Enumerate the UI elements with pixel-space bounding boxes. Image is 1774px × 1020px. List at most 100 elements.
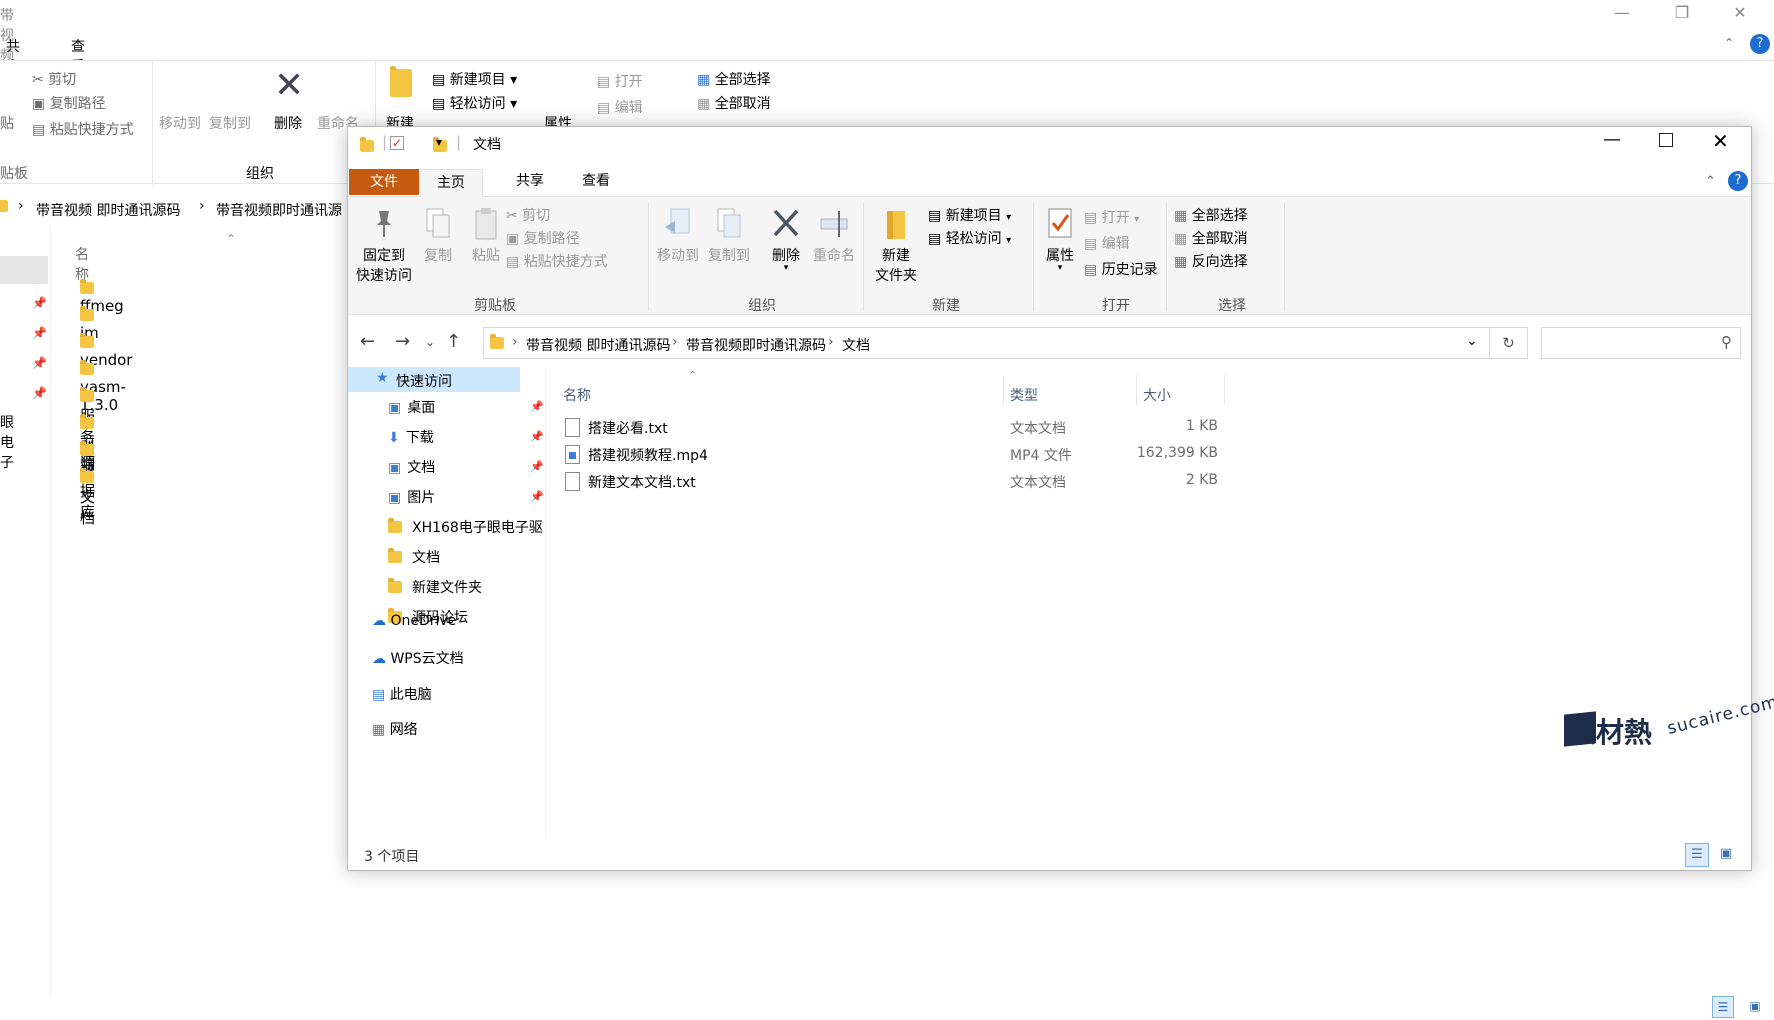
nav-onedrive[interactable]: ☁ OneDrive (372, 613, 456, 629)
select-none-button[interactable]: ▦ 全部取消 (1174, 228, 1248, 248)
copy-button[interactable]: 复制 (418, 207, 458, 265)
bg-large-icons-view-icon[interactable]: ▣ (1744, 996, 1766, 1018)
edit-button[interactable]: ▤ 编辑 (1084, 233, 1130, 253)
bg-sidebar-item[interactable]: 眼电子 (0, 412, 14, 472)
bg-restore-button[interactable]: ❐ (1667, 0, 1697, 26)
large-icons-view-icon[interactable]: ▣ (1714, 843, 1738, 867)
new-folder-icon (887, 211, 905, 239)
back-arrow-icon[interactable]: ← (360, 331, 375, 352)
pin-icon[interactable]: 📌 (530, 430, 544, 443)
bg-edit-button[interactable]: ▤ 编辑 (597, 97, 643, 117)
column-name-header[interactable]: 名称 (563, 385, 591, 405)
pane-divider[interactable] (545, 367, 546, 837)
nav-wps-cloud[interactable]: ☁ WPS云文档 (372, 648, 464, 668)
nav-item[interactable]: 新建文件夹 (388, 577, 482, 597)
bg-copy-path-button[interactable]: ▣ 复制路径 (32, 93, 106, 113)
easy-access-button[interactable]: ▤ 轻松访问 ▾ (928, 228, 1011, 248)
details-view-icon[interactable]: ☰ (1685, 843, 1709, 867)
nav-item[interactable]: ▣ 文档 (388, 457, 435, 477)
delete-button[interactable]: 删除 ▾ (766, 207, 806, 273)
title-bar[interactable]: | ✓ ▾ | 文档 — ✕ (348, 127, 1751, 159)
column-size-header[interactable]: 大小 (1143, 385, 1171, 405)
select-all-button[interactable]: ▦ 全部选择 (1174, 205, 1248, 225)
bg-collapse-ribbon-icon[interactable]: ⌃ (1724, 36, 1734, 50)
pin-icon[interactable]: 📌 (530, 490, 544, 503)
nav-item[interactable]: ⬇ 下载 (388, 427, 434, 447)
bg-easy-access-button[interactable]: ▤ 轻松访问 ▾ (432, 93, 517, 113)
pin-icon[interactable]: 📌 (530, 460, 544, 473)
copy-path-button[interactable]: ▣ 复制路径 (506, 228, 580, 248)
new-item-button[interactable]: ▤ 新建项目 ▾ (928, 205, 1011, 225)
nav-item[interactable]: ▣ 桌面 (388, 397, 435, 417)
pin-icon[interactable]: 📌 (530, 400, 544, 413)
invert-selection-button[interactable]: ▦ 反向选择 (1174, 251, 1248, 271)
breadcrumb-item[interactable]: 带音视频 即时通讯源码 (526, 335, 670, 355)
bg-paste-button[interactable]: 贴 (0, 113, 14, 133)
move-to-button[interactable]: 移动到 (654, 207, 702, 265)
bg-select-all-button[interactable]: ▦ 全部选择 (697, 69, 771, 89)
nav-network[interactable]: ▦ 网络 (372, 719, 418, 739)
customize-toolbar-icon[interactable]: ▾ (436, 135, 442, 149)
maximize-button[interactable] (1659, 133, 1673, 147)
collapse-ribbon-icon[interactable]: ⌃ (1705, 174, 1716, 189)
column-separator[interactable] (1136, 375, 1137, 405)
bg-details-view-icon[interactable]: ☰ (1712, 996, 1734, 1018)
bg-move-to-button[interactable]: 移动到 (159, 113, 201, 133)
up-arrow-icon[interactable]: ↑ (446, 331, 461, 352)
bg-folder-row[interactable]: 文档 (80, 468, 104, 528)
bg-cut-button[interactable]: ✂ 剪切 (32, 69, 76, 89)
breadcrumb-item[interactable]: 文档 (842, 335, 870, 355)
forward-arrow-icon[interactable]: → (395, 331, 410, 352)
bg-paste-shortcut-button[interactable]: ▤ 粘贴快捷方式 (32, 119, 134, 139)
bg-close-button[interactable]: ✕ (1725, 0, 1755, 26)
bg-delete-button[interactable]: 删除 (274, 113, 302, 133)
breadcrumb-item[interactable]: 带音视频即时通讯源码 (686, 335, 826, 355)
properties-button[interactable]: 属性 ▾ (1040, 207, 1080, 273)
nav-this-pc[interactable]: ▤ 此电脑 (372, 684, 432, 704)
nav-quick-access[interactable]: ★ 快速访问 (348, 367, 520, 392)
copy-to-button[interactable]: 复制到 (705, 207, 753, 265)
search-input[interactable]: ⚲ (1541, 327, 1741, 359)
paste-button[interactable]: 粘贴 (466, 207, 506, 265)
bg-breadcrumb-item[interactable]: 带音视频 即时通讯源码 (36, 200, 180, 220)
help-icon[interactable]: ? (1728, 171, 1748, 191)
bg-breadcrumb-item[interactable]: 带音视频即时通讯源 (216, 200, 342, 220)
properties-check-icon[interactable]: ✓ (390, 136, 404, 150)
new-folder-button[interactable]: 新建 文件夹 (870, 207, 922, 285)
text-file-icon (565, 472, 580, 491)
tab-file[interactable]: 文件 (349, 169, 419, 195)
bg-column-name[interactable]: 名称 (75, 244, 89, 284)
refresh-button[interactable]: ↻ (1490, 327, 1528, 359)
tab-share[interactable]: 共享 (500, 165, 560, 197)
close-button[interactable]: ✕ (1712, 129, 1729, 153)
tab-home[interactable]: 主页 (419, 169, 483, 197)
bg-select-none-button[interactable]: ▦ 全部取消 (697, 93, 771, 113)
column-type-header[interactable]: 类型 (1010, 385, 1038, 405)
tab-view[interactable]: 查看 (566, 165, 626, 197)
nav-item[interactable]: XH168电子眼电子驱 (388, 517, 543, 537)
column-separator[interactable] (1003, 375, 1004, 405)
minimize-button[interactable]: — (1603, 129, 1621, 150)
address-bar[interactable]: › 带音视频 即时通讯源码 › 带音视频即时通讯源码 › 文档 ⌄ (483, 327, 1490, 359)
nav-item[interactable]: 文档 (388, 547, 440, 567)
recent-locations-chevron-icon[interactable]: ⌄ (425, 335, 435, 349)
pin-icon (377, 211, 391, 237)
file-row[interactable]: 新建文本文档.txt 文本文档 2 KB (558, 469, 1258, 493)
file-row[interactable]: 搭建必看.txt 文本文档 1 KB (558, 415, 1258, 439)
bg-minimize-button[interactable]: — (1607, 0, 1637, 26)
address-history-chevron-icon[interactable]: ⌄ (1466, 333, 1478, 349)
bg-copy-to-button[interactable]: 复制到 (209, 113, 251, 133)
pin-quick-access-button[interactable]: 固定到 快速访问 (356, 207, 412, 285)
cut-button[interactable]: ✂ 剪切 (506, 205, 550, 225)
paste-shortcut-button[interactable]: ▤ 粘贴快捷方式 (506, 251, 608, 271)
bg-help-icon[interactable]: ? (1750, 34, 1770, 54)
open-button[interactable]: ▤ 打开 ▾ (1084, 207, 1139, 227)
history-button[interactable]: ▤ 历史记录 (1084, 259, 1158, 279)
bg-new-item-button[interactable]: ▤ 新建项目 ▾ (432, 69, 517, 89)
rename-button[interactable]: 重命名 (808, 207, 860, 265)
bg-sidebar-selected[interactable] (0, 256, 48, 284)
column-separator[interactable] (1224, 375, 1225, 405)
nav-item[interactable]: ▣ 图片 (388, 487, 435, 507)
file-row[interactable]: 搭建视频教程.mp4 MP4 文件 162,399 KB (558, 442, 1258, 466)
bg-open-button[interactable]: ▤ 打开 (597, 71, 643, 91)
